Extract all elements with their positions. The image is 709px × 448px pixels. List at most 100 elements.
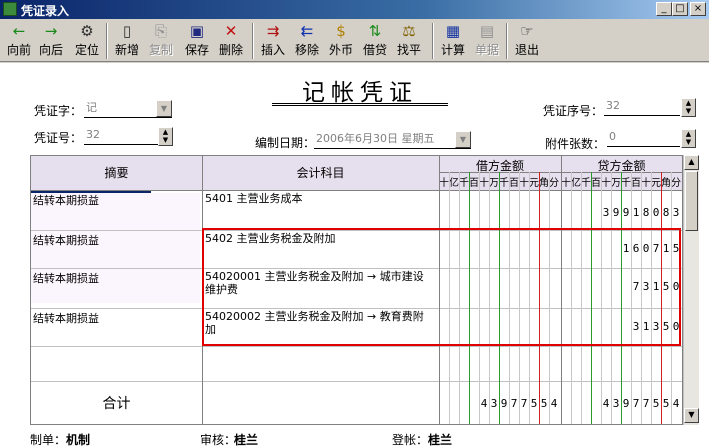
debit-unit-2: 千 bbox=[459, 178, 469, 189]
voucher-type-label: 凭证字： bbox=[34, 104, 83, 118]
summary-cell[interactable]: 结转本期损益 bbox=[33, 310, 200, 326]
total-label: 合计 bbox=[102, 396, 131, 412]
toolbar-icon-2: ⚙ bbox=[80, 22, 94, 40]
credit-total-digit: 5 bbox=[662, 397, 670, 410]
summary-cell[interactable]: 结转本期损益 bbox=[33, 192, 200, 208]
row-line-3 bbox=[31, 346, 682, 347]
toolbar-icon-13: ▤ bbox=[479, 22, 495, 40]
toolbar-button-6[interactable]: ✕ 删除 bbox=[216, 22, 246, 60]
header-bottom-line bbox=[31, 190, 682, 191]
toolbar-icon-14: ☞ bbox=[520, 22, 534, 40]
toolbar-button-5[interactable]: ▣ 保存 bbox=[182, 22, 212, 60]
maximize-button[interactable]: □ bbox=[672, 2, 688, 16]
toolbar-icon-4: ⎘ bbox=[154, 22, 167, 40]
toolbar-icon-1: → bbox=[44, 22, 58, 40]
credit-unit-11: 分 bbox=[671, 178, 681, 189]
seq-value: 32 bbox=[606, 99, 620, 112]
minimize-button[interactable]: _ bbox=[656, 2, 672, 16]
debit-unit-11: 分 bbox=[549, 178, 559, 189]
toolbar-label-6: 删除 bbox=[218, 43, 243, 57]
title-underline bbox=[272, 103, 448, 104]
toolbar-button-2[interactable]: ⚙ 定位 bbox=[72, 22, 102, 60]
toolbar-separator-0 bbox=[106, 23, 108, 59]
summary-cell[interactable]: 结转本期损益 bbox=[33, 232, 200, 248]
credit-unit-1: 亿 bbox=[571, 178, 581, 189]
credit-total-digit: 7 bbox=[632, 397, 640, 410]
voucher-no-spinner[interactable]: ▲ ▼ bbox=[158, 127, 173, 146]
credit-total-digit: 7 bbox=[642, 397, 650, 410]
credit-digit: 9 bbox=[622, 206, 630, 219]
seq-spinner[interactable]: ▲ ▼ bbox=[681, 98, 696, 117]
window-title: 凭证录入 bbox=[21, 4, 70, 18]
chevron-down-icon[interactable]: ▼ bbox=[156, 100, 172, 117]
row-line-4 bbox=[31, 381, 682, 382]
scroll-down-arrow[interactable]: ▼ bbox=[684, 408, 699, 423]
credit-unit-5: 万 bbox=[611, 178, 621, 189]
credit-digit: 0 bbox=[652, 206, 660, 219]
toolbar-label-14: 退出 bbox=[514, 43, 539, 57]
chevron-down-icon[interactable]: ▼ bbox=[455, 131, 471, 148]
debit-unit-8: 十 bbox=[519, 178, 529, 189]
account-cell[interactable]: 5401 主营业务成本 bbox=[205, 192, 434, 205]
app-icon bbox=[3, 2, 17, 16]
debit-unit-7: 百 bbox=[509, 178, 519, 189]
seq-input[interactable]: 32 bbox=[604, 98, 680, 116]
toolbar-label-7: 插入 bbox=[260, 43, 285, 57]
credit-total-digit: 4 bbox=[602, 397, 610, 410]
toolbar-button-0[interactable]: ← 向前 bbox=[4, 22, 34, 60]
close-button[interactable]: × bbox=[690, 2, 706, 16]
toolbar-button-12[interactable]: ▦ 计算 bbox=[438, 22, 468, 60]
toolbar-icon-10: ⇅ bbox=[368, 22, 382, 40]
toolbar-button-8[interactable]: ⇇ 移除 bbox=[292, 22, 322, 60]
scroll-up-arrow[interactable]: ▲ bbox=[684, 155, 699, 170]
voucher-type-select[interactable]: 记 ▼ bbox=[84, 100, 172, 118]
toolbar-label-3: 新增 bbox=[114, 43, 139, 57]
toolbar-icon-6: ✕ bbox=[224, 22, 238, 40]
toolbar-separator-1 bbox=[252, 23, 254, 59]
date-value: 2006年6月30日 星期五 bbox=[316, 132, 435, 145]
toolbar-icon-9: $ bbox=[336, 22, 346, 40]
credit-total-digit: 4 bbox=[672, 397, 680, 410]
title-underline-2 bbox=[272, 105, 448, 106]
toolbar-button-3[interactable]: ▯ 新增 bbox=[112, 22, 142, 60]
toolbar-icon-0: ← bbox=[12, 22, 26, 40]
account-header: 会计科目 bbox=[296, 166, 345, 180]
toolbar-button-7[interactable]: ⇉ 插入 bbox=[258, 22, 288, 60]
toolbar-label-10: 借贷 bbox=[362, 43, 387, 57]
debit-unit-4: 十 bbox=[479, 178, 489, 189]
attach-spinner[interactable]: ▲ ▼ bbox=[681, 129, 696, 148]
voucher-no-input[interactable]: 32 bbox=[84, 127, 158, 145]
debit-unit-9: 元 bbox=[529, 178, 539, 189]
credit-unit-9: 元 bbox=[651, 178, 661, 189]
auditor-value: 桂兰 bbox=[234, 433, 259, 447]
credit-total-digit: 3 bbox=[612, 397, 620, 410]
date-select[interactable]: 2006年6月30日 星期五 ▼ bbox=[314, 131, 471, 149]
toolbar-label-9: 外币 bbox=[328, 43, 353, 57]
document-title: 记帐凭证 bbox=[302, 80, 418, 106]
scroll-thumb[interactable] bbox=[685, 171, 698, 231]
vertical-scrollbar[interactable]: ▲ ▼ bbox=[683, 155, 699, 425]
toolbar-label-4: 复制 bbox=[148, 43, 173, 57]
credit-unit-0: 十 bbox=[561, 178, 571, 189]
toolbar-button-9[interactable]: $ 外币 bbox=[326, 22, 356, 60]
credit-total-digit: 5 bbox=[652, 397, 660, 410]
toolbar-icon-5: ▣ bbox=[189, 22, 205, 40]
toolbar-button-14[interactable]: ☞ 退出 bbox=[512, 22, 542, 60]
attach-input[interactable]: 0 bbox=[607, 129, 680, 147]
toolbar-button-4: ⎘ 复制 bbox=[146, 22, 176, 60]
debit-unit-0: 十 bbox=[439, 178, 449, 189]
debit-unit-5: 万 bbox=[489, 178, 499, 189]
voucher-no-value: 32 bbox=[86, 128, 100, 141]
toolbar-button-13: ▤ 单据 bbox=[472, 22, 502, 60]
toolbar-label-12: 计算 bbox=[440, 43, 465, 57]
toolbar-button-11[interactable]: ⚖ 找平 bbox=[394, 22, 424, 60]
credit-unit-2: 千 bbox=[581, 178, 591, 189]
toolbar-icon-12: ▦ bbox=[445, 22, 461, 40]
toolbar-icon-3: ▯ bbox=[122, 22, 132, 40]
toolbar-button-1[interactable]: → 向后 bbox=[36, 22, 66, 60]
toolbar-button-10[interactable]: ⇅ 借贷 bbox=[360, 22, 390, 60]
summary-cell[interactable]: 结转本期损益 bbox=[33, 270, 200, 286]
toolbar-icon-11: ⚖ bbox=[402, 22, 416, 40]
toolbar-label-1: 向后 bbox=[38, 43, 63, 57]
summary-header: 摘要 bbox=[104, 166, 129, 180]
